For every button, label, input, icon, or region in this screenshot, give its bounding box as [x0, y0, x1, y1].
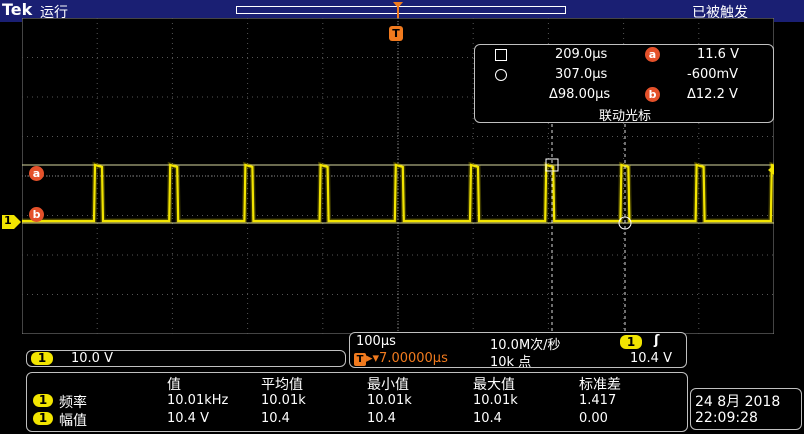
meas-header-stddev: 标准差 [579, 377, 621, 393]
trigger-position[interactable]: ▸▾7.00000µs [366, 351, 448, 366]
cursor-2-circle-icon [495, 69, 507, 81]
cursor-marker-b: b [645, 87, 660, 102]
meas-header-value: 值 [167, 377, 181, 393]
timebase[interactable]: 100µs [356, 334, 396, 349]
horizontal-trigger-panel[interactable]: 100µs 10.0M次/秒 1 ʃ T ▸▾7.00000µs 10k 点 1… [349, 332, 687, 370]
ch1-ground-label: 1 [4, 214, 12, 227]
meas-row-1-stddev: 1.417 [579, 393, 617, 408]
meas-row-2-max: 10.4 [473, 411, 502, 426]
cursor-readout-panel[interactable]: 209.0µs a 11.6 V 307.0µs -600mV Δ98.00µs… [474, 44, 774, 124]
ref-marker-b[interactable]: b [29, 207, 44, 222]
meas-row-1-name[interactable]: 频率 [59, 392, 87, 412]
ref-marker-a[interactable]: a [29, 166, 44, 181]
meas-row-1-chip: 1 [33, 394, 53, 407]
cursor-1-volt: 11.6 V [697, 47, 739, 62]
cursor-2-volt: -600mV [687, 67, 739, 82]
meas-row-1-min: 10.01k [367, 393, 412, 408]
trigger-level[interactable]: 10.4 V [630, 351, 672, 366]
trigger-slope-icon[interactable]: ʃ [654, 333, 659, 348]
cursor-1-time: 209.0µs [555, 47, 608, 62]
time-text: 22:09:28 [695, 410, 758, 426]
trigger-source-chip[interactable]: 1 [620, 335, 642, 349]
meas-row-2-value: 10.4 V [167, 411, 209, 426]
date-text: 24 8月 2018 [695, 394, 781, 410]
meas-row-2-stddev: 0.00 [579, 411, 608, 426]
cursor-mode-label: 联动光标 [599, 109, 652, 124]
measurement-panel[interactable]: 值 平均值 最小值 最大值 标准差 1 频率 10.01kHz 10.01k 1… [26, 372, 688, 432]
ch1-scale-panel[interactable]: 1 10.0 V [26, 350, 346, 367]
meas-row-2-min: 10.4 [367, 411, 396, 426]
cursor-marker-a: a [645, 47, 660, 62]
tek-logo: Tek [2, 0, 33, 19]
meas-header-max: 最大值 [473, 377, 515, 393]
ch1-scale-chip: 1 [31, 352, 53, 365]
record-window-marker [393, 2, 403, 18]
trigger-position-marker[interactable]: T [389, 26, 403, 41]
meas-row-2-mean: 10.4 [261, 411, 290, 426]
datetime-panel[interactable]: 24 8月 2018 22:09:28 [690, 388, 802, 430]
record-length: 10k 点 [490, 355, 532, 370]
cursor-delta-time: Δ98.00µs [549, 87, 611, 102]
meas-header-mean: 平均值 [261, 377, 303, 393]
trigger-t-label: T [392, 27, 400, 40]
meas-row-1-value: 10.01kHz [167, 393, 229, 408]
meas-row-1-max: 10.01k [473, 393, 518, 408]
meas-header-min: 最小值 [367, 377, 409, 393]
meas-row-1-mean: 10.01k [261, 393, 306, 408]
cursor-delta-volt: Δ12.2 V [687, 87, 738, 102]
trigger-position-icon: T [354, 353, 366, 366]
ch1-scale-value: 10.0 V [71, 351, 113, 366]
cursor-1-square-icon [495, 49, 507, 61]
meas-row-2-name[interactable]: 幅值 [59, 410, 87, 430]
cursor-2-time: 307.0µs [555, 67, 608, 82]
meas-row-2-chip: 1 [33, 412, 53, 425]
